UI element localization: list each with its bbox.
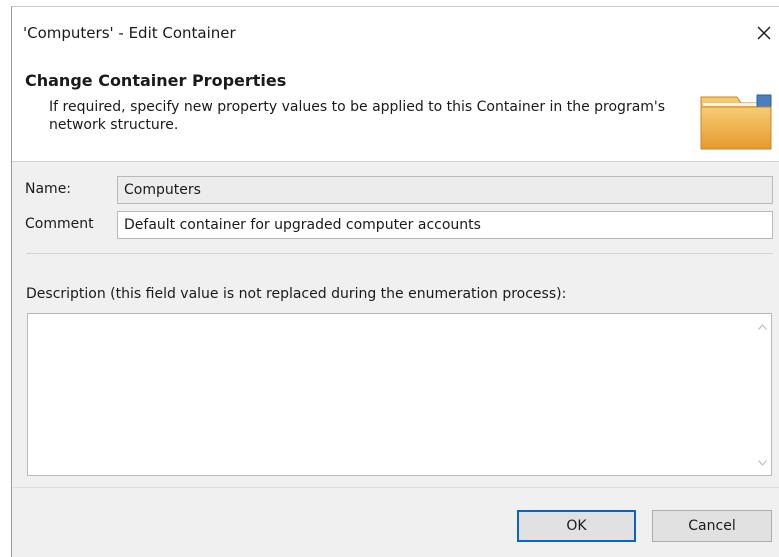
scroll-up-arrow[interactable] [754,318,771,335]
description-textarea[interactable] [27,313,772,476]
form-divider [26,253,773,254]
window-title: 'Computers' - Edit Container [23,24,236,42]
header-description: If required, specify new property values… [49,99,666,133]
description-scrollbar[interactable] [754,314,771,475]
title-bar: 'Computers' - Edit Container [12,7,779,59]
scroll-down-arrow[interactable] [754,454,771,471]
comment-field[interactable] [117,211,773,239]
chevron-up-icon [758,323,767,330]
close-button[interactable] [749,15,779,51]
dialog-footer: OK Cancel [12,488,779,557]
chevron-down-icon [758,459,767,466]
ok-button[interactable]: OK [517,510,636,542]
comment-label: Comment [25,216,94,232]
close-icon [757,26,771,40]
description-label: Description (this field value is not rep… [26,286,567,302]
folder-icon [700,94,772,150]
cancel-button[interactable]: Cancel [652,510,772,542]
name-field[interactable] [117,176,773,204]
header-title: Change Container Properties [25,71,287,90]
dialog-header: Change Container Properties If required,… [12,59,779,161]
form-area: Name: Comment Description (this field va… [12,162,779,487]
name-label: Name: [25,181,72,197]
edit-container-dialog: 'Computers' - Edit Container Change Cont… [11,6,779,557]
